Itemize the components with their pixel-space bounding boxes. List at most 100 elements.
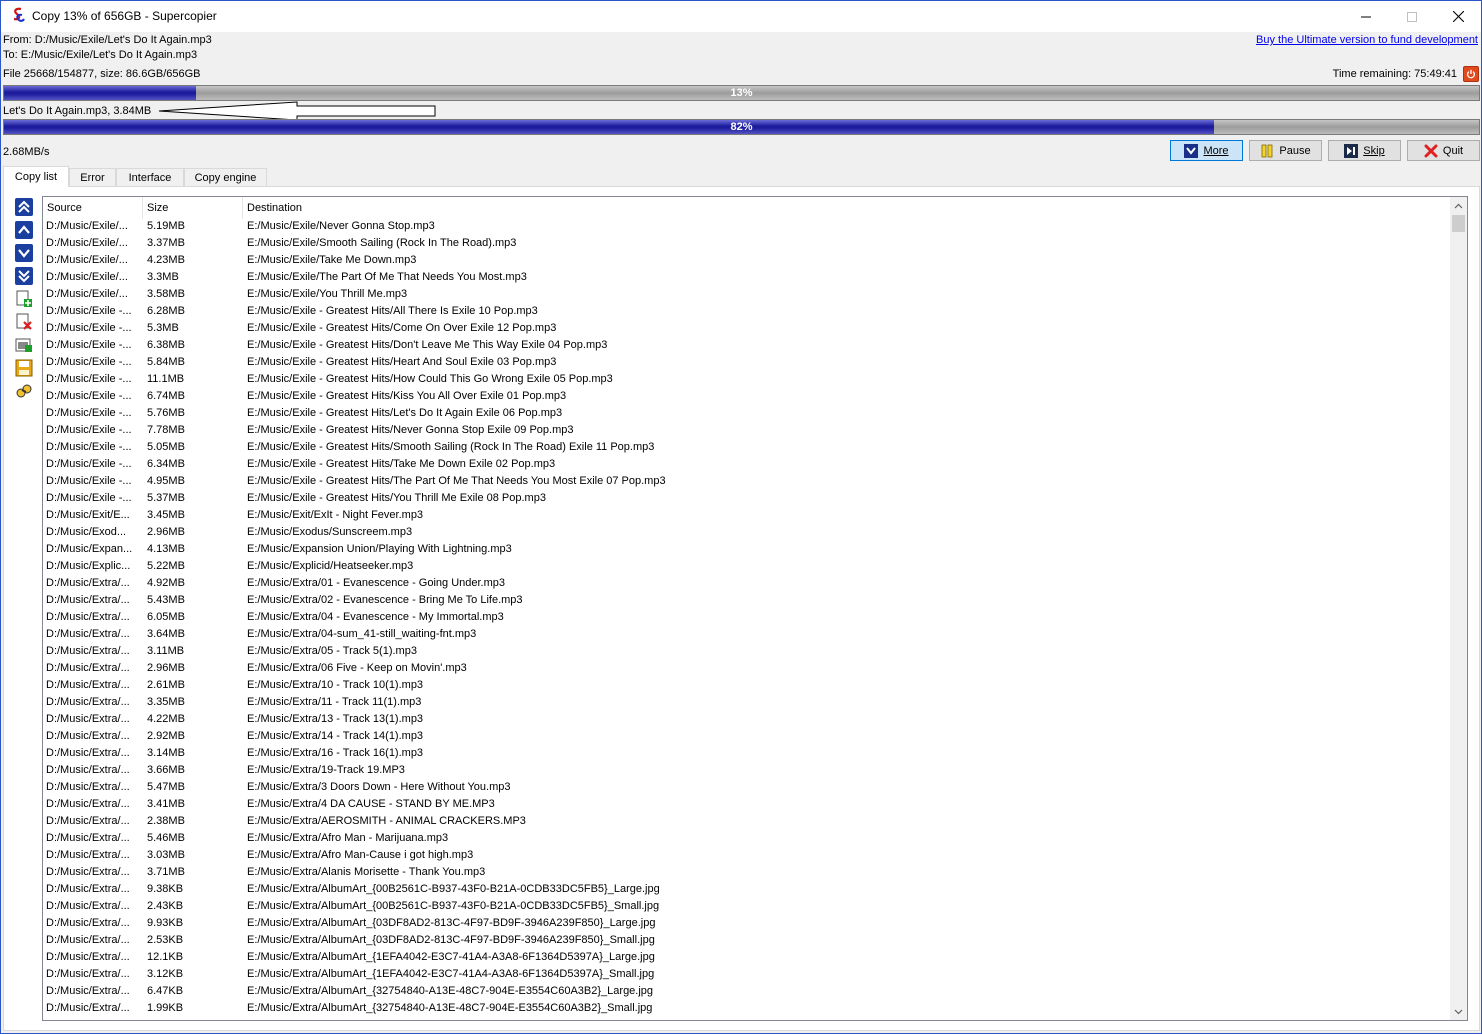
row-source: D:/Music/Extra/... xyxy=(46,798,130,810)
row-size: 12.1KB xyxy=(147,951,184,963)
shutdown-button[interactable] xyxy=(1463,66,1479,82)
table-row[interactable]: D:/Music/Extra/... 3.64MB E:/Music/Extra/0… xyxy=(43,627,1451,644)
table-row[interactable]: D:/Music/Extra/... 6.47KB E:/Music/Extra/A… xyxy=(43,984,1451,1001)
search-icon[interactable] xyxy=(15,382,33,400)
table-row[interactable]: D:/Music/Exile -... 6.28MB E:/Music/Exile … xyxy=(43,304,1451,321)
table-row[interactable]: D:/Music/Exile/... 4.23MB E:/Music/Exile/T… xyxy=(43,253,1451,270)
table-row[interactable]: D:/Music/Extra/... 2.96MB E:/Music/Extra/0… xyxy=(43,661,1451,678)
column-header-size[interactable]: Size xyxy=(143,197,243,219)
table-row[interactable]: D:/Music/Exile -... 5.37MB E:/Music/Exile … xyxy=(43,491,1451,508)
table-row[interactable]: D:/Music/Extra/... 4.22MB E:/Music/Extra/1… xyxy=(43,712,1451,729)
table-row[interactable]: D:/Music/Extra/... 9.38KB E:/Music/Extra/A… xyxy=(43,882,1451,899)
file-stats: File 25668/154877, size: 86.6GB/656GB xyxy=(3,68,201,80)
table-row[interactable]: D:/Music/Explic... 5.22MB E:/Music/Explici… xyxy=(43,559,1451,576)
maximize-button[interactable] xyxy=(1389,1,1435,32)
row-source: D:/Music/Extra/... xyxy=(46,917,130,929)
column-header-destination[interactable]: Destination xyxy=(243,197,1451,219)
table-row[interactable]: D:/Music/Exile/... 3.3MB E:/Music/Exile/Th… xyxy=(43,270,1451,287)
table-row[interactable]: D:/Music/Exile -... 6.74MB E:/Music/Exile … xyxy=(43,389,1451,406)
tab-copy-list[interactable]: Copy list xyxy=(3,166,69,187)
table-row[interactable]: D:/Music/Extra/... 3.11MB E:/Music/Extra/0… xyxy=(43,644,1451,661)
table-row[interactable]: D:/Music/Extra/... 2.53KB E:/Music/Extra/A… xyxy=(43,933,1451,950)
table-row[interactable]: D:/Music/Extra/... 1.99KB E:/Music/Extra/A… xyxy=(43,1001,1451,1018)
table-row[interactable]: D:/Music/Exod... 2.96MB E:/Music/Exodus/Su… xyxy=(43,525,1451,542)
table-row[interactable]: D:/Music/Extra/... 3.41MB E:/Music/Extra/4… xyxy=(43,797,1451,814)
scroll-down-button[interactable] xyxy=(1450,1003,1467,1020)
table-row[interactable]: D:/Music/Extra/... 3.71MB E:/Music/Extra/A… xyxy=(43,865,1451,882)
row-size: 5.76MB xyxy=(147,407,185,419)
row-source: D:/Music/Extra/... xyxy=(46,645,130,657)
move-up-icon[interactable] xyxy=(15,221,33,239)
row-source: D:/Music/Expan... xyxy=(46,543,133,555)
table-row[interactable]: D:/Music/Exile/... 3.58MB E:/Music/Exile/Y… xyxy=(43,287,1451,304)
table-row[interactable]: D:/Music/Extra/... 3.03MB E:/Music/Extra/A… xyxy=(43,848,1451,865)
row-source: D:/Music/Extra/... xyxy=(46,832,130,844)
save-icon[interactable] xyxy=(15,359,33,377)
minimize-button[interactable] xyxy=(1343,1,1389,32)
row-destination: E:/Music/Exile/Never Gonna Stop.mp3 xyxy=(247,220,435,232)
title-bar[interactable]: Copy 13% of 656GB - Supercopier xyxy=(1,1,1481,32)
column-header-source[interactable]: Source xyxy=(43,197,143,219)
table-row[interactable]: D:/Music/Exile -... 6.34MB E:/Music/Exile … xyxy=(43,457,1451,474)
table-row[interactable]: D:/Music/Extra/... 2.43KB E:/Music/Extra/A… xyxy=(43,899,1451,916)
row-size: 6.05MB xyxy=(147,611,185,623)
table-row[interactable]: D:/Music/Extra/... 5.43MB E:/Music/Extra/0… xyxy=(43,593,1451,610)
move-down-icon[interactable] xyxy=(15,244,33,262)
table-row[interactable]: D:/Music/Extra/... 12.1KB E:/Music/Extra/A… xyxy=(43,950,1451,967)
table-row[interactable]: D:/Music/Extra/... 2.92MB E:/Music/Extra/1… xyxy=(43,729,1451,746)
table-row[interactable]: D:/Music/Exit/E... 3.45MB E:/Music/Exit/Ex… xyxy=(43,508,1451,525)
tab-interface[interactable]: Interface xyxy=(116,168,184,187)
row-source: D:/Music/Extra/... xyxy=(46,985,130,997)
table-row[interactable]: D:/Music/Extra/... 5.46MB E:/Music/Extra/A… xyxy=(43,831,1451,848)
ultimate-version-link[interactable]: Buy the Ultimate version to fund develop… xyxy=(1256,34,1478,46)
row-size: 3.71MB xyxy=(147,866,185,878)
row-destination: E:/Music/Exile - Greatest Hits/The Part … xyxy=(247,475,666,487)
move-top-icon[interactable] xyxy=(15,198,33,216)
row-destination: E:/Music/Extra/02 - Evanescence - Bring … xyxy=(247,594,523,606)
skip-button[interactable]: Skip xyxy=(1328,140,1401,161)
scroll-thumb[interactable] xyxy=(1452,215,1465,232)
table-row[interactable]: D:/Music/Extra/... 5.47MB E:/Music/Extra/3… xyxy=(43,780,1451,797)
table-row[interactable]: D:/Music/Exile -... 11.1MB E:/Music/Exile … xyxy=(43,372,1451,389)
copy-list[interactable]: Source Size Destination D:/Music/Exile/.… xyxy=(42,196,1468,1021)
row-size: 2.92MB xyxy=(147,730,185,742)
vertical-scrollbar[interactable] xyxy=(1450,197,1467,1020)
row-destination: E:/Music/Extra/AlbumArt_{00B2561C-B937-4… xyxy=(247,883,660,895)
table-row[interactable]: D:/Music/Extra/... 9.93KB E:/Music/Extra/A… xyxy=(43,916,1451,933)
row-source: D:/Music/Extra/... xyxy=(46,577,130,589)
row-size: 5.19MB xyxy=(147,220,185,232)
table-row[interactable]: D:/Music/Extra/... 3.14MB E:/Music/Extra/1… xyxy=(43,746,1451,763)
pause-button[interactable]: Pause xyxy=(1249,140,1322,161)
table-row[interactable]: D:/Music/Exile -... 5.76MB E:/Music/Exile … xyxy=(43,406,1451,423)
table-row[interactable]: D:/Music/Extra/... 3.66MB E:/Music/Extra/1… xyxy=(43,763,1451,780)
table-row[interactable]: D:/Music/Extra/... 6.05MB E:/Music/Extra/0… xyxy=(43,610,1451,627)
close-button[interactable] xyxy=(1435,1,1481,32)
scroll-up-button[interactable] xyxy=(1450,197,1467,214)
tab-error[interactable]: Error xyxy=(69,168,116,187)
table-row[interactable]: D:/Music/Exile -... 5.84MB E:/Music/Exile … xyxy=(43,355,1451,372)
table-row[interactable]: D:/Music/Exile -... 5.3MB E:/Music/Exile -… xyxy=(43,321,1451,338)
table-row[interactable]: D:/Music/Expan... 4.13MB E:/Music/Expansio… xyxy=(43,542,1451,559)
list-header: Source Size Destination xyxy=(43,197,1451,219)
table-row[interactable]: D:/Music/Exile/... 3.37MB E:/Music/Exile/S… xyxy=(43,236,1451,253)
table-row[interactable]: D:/Music/Exile -... 4.95MB E:/Music/Exile … xyxy=(43,474,1451,491)
table-row[interactable]: D:/Music/Extra/... 2.38MB E:/Music/Extra/A… xyxy=(43,814,1451,831)
row-source: D:/Music/Extra/... xyxy=(46,764,130,776)
move-bottom-icon[interactable] xyxy=(15,267,33,285)
quit-button[interactable]: Quit xyxy=(1407,140,1480,161)
more-button[interactable]: More xyxy=(1170,140,1243,161)
row-size: 5.37MB xyxy=(147,492,185,504)
table-row[interactable]: D:/Music/Exile -... 5.05MB E:/Music/Exile … xyxy=(43,440,1451,457)
table-row[interactable]: D:/Music/Exile -... 6.38MB E:/Music/Exile … xyxy=(43,338,1451,355)
table-row[interactable]: D:/Music/Extra/... 3.35MB E:/Music/Extra/1… xyxy=(43,695,1451,712)
delete-file-icon[interactable] xyxy=(15,313,33,331)
add-file-icon[interactable] xyxy=(15,290,33,308)
row-destination: E:/Music/Exile/The Part Of Me That Needs… xyxy=(247,271,527,283)
tab-copy-engine[interactable]: Copy engine xyxy=(184,168,267,187)
table-row[interactable]: D:/Music/Extra/... 2.61MB E:/Music/Extra/1… xyxy=(43,678,1451,695)
table-row[interactable]: D:/Music/Exile/... 5.19MB E:/Music/Exile/N… xyxy=(43,219,1451,236)
table-row[interactable]: D:/Music/Extra/... 4.92MB E:/Music/Extra/0… xyxy=(43,576,1451,593)
table-row[interactable]: D:/Music/Exile -... 7.78MB E:/Music/Exile … xyxy=(43,423,1451,440)
add-folder-icon[interactable] xyxy=(15,336,33,354)
table-row[interactable]: D:/Music/Extra/... 3.12KB E:/Music/Extra/A… xyxy=(43,967,1451,984)
